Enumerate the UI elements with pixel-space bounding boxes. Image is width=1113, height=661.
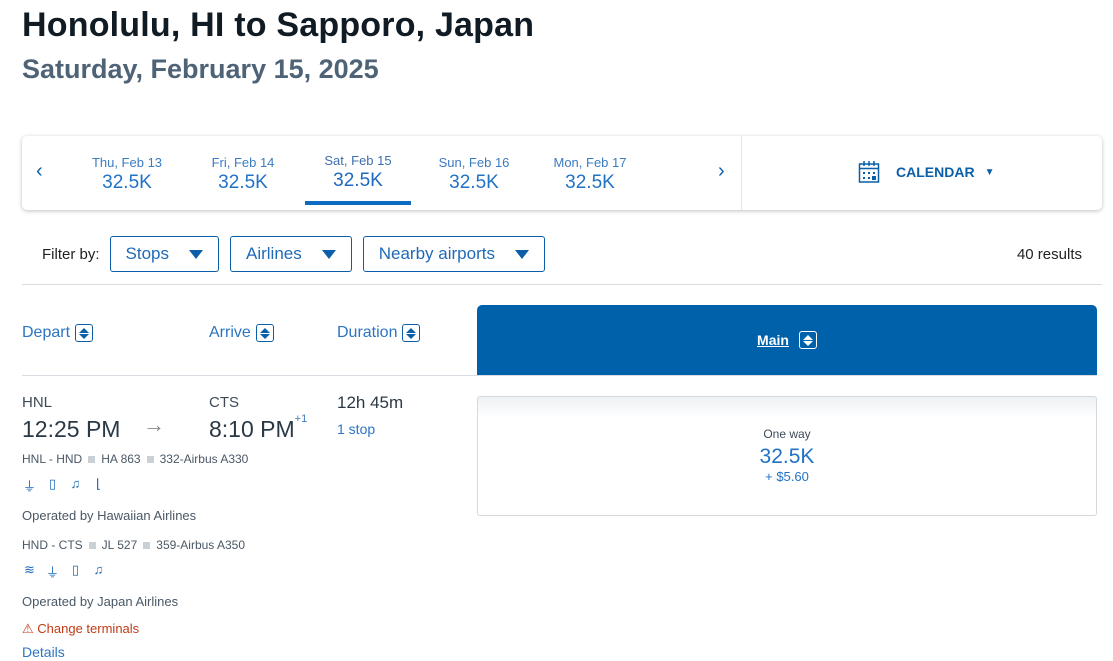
sort-icon — [75, 324, 93, 342]
sort-by-depart[interactable]: Depart — [22, 324, 93, 342]
segment-flight-number: JL 527 — [102, 538, 138, 552]
segment-1-operator: Operated by Hawaiian Airlines — [22, 508, 196, 523]
stops-filter-label: Stops — [126, 244, 169, 264]
usb-icon: ▯ — [45, 476, 60, 495]
travel-date: Saturday, February 15, 2025 — [22, 54, 379, 85]
caret-down-icon — [322, 250, 336, 259]
segment-flight-number: HA 863 — [101, 452, 140, 466]
date-price: 32.5K — [305, 170, 411, 192]
results-count: 40 results — [1017, 246, 1082, 263]
entertainment-icon: ♫ — [91, 562, 106, 581]
date-label: Thu, Feb 13 — [74, 155, 180, 170]
warning-text: Change terminals — [37, 621, 139, 636]
date-price: 32.5K — [190, 172, 296, 194]
divider — [22, 284, 1102, 285]
previous-dates-chevron-icon[interactable]: ‹ — [36, 160, 43, 183]
sort-icon[interactable] — [799, 331, 817, 349]
sort-by-duration[interactable]: Duration — [337, 324, 420, 342]
entertainment-icon: ♫ — [68, 476, 83, 495]
fare-type: One way — [478, 427, 1096, 441]
airlines-filter-dropdown[interactable]: Airlines — [230, 236, 352, 272]
next-dates-chevron-icon[interactable]: › — [718, 160, 725, 183]
date-option-feb-16[interactable]: Sun, Feb 16 32.5K — [421, 136, 527, 210]
filter-bar: Filter by: Stops Airlines Nearby airport… — [42, 236, 556, 272]
calendar-label: CALENDAR — [896, 164, 975, 180]
segment-route: HND - CTS — [22, 538, 83, 552]
date-label: Sun, Feb 16 — [421, 155, 527, 170]
caret-down-icon — [189, 250, 203, 259]
date-price: 32.5K — [537, 172, 643, 194]
arrive-column-label: Arrive — [209, 324, 251, 342]
caret-down-icon — [515, 250, 529, 259]
date-selector: ‹ Thu, Feb 13 32.5K Fri, Feb 14 32.5K Sa… — [22, 136, 1102, 210]
usb-icon: ▯ — [68, 562, 83, 581]
sort-icon — [402, 324, 420, 342]
destination-airport: CTS — [209, 394, 239, 411]
fare-miles: 32.5K — [478, 445, 1096, 469]
calendar-icon — [858, 160, 880, 184]
arrive-time: 8:10 PM+1 — [209, 416, 307, 443]
sort-by-arrive[interactable]: Arrive — [209, 324, 274, 342]
segment-1-info: HNL - HND HA 863 332-Airbus A330 — [22, 452, 248, 466]
arrow-right-icon: → — [143, 412, 165, 438]
stops-filter-dropdown[interactable]: Stops — [110, 236, 219, 272]
fare-taxes: + $5.60 — [478, 469, 1096, 484]
page-title: Honolulu, HI to Sapporo, Japan — [22, 6, 534, 45]
origin-airport: HNL — [22, 394, 52, 411]
segment-route: HNL - HND — [22, 452, 82, 466]
sort-icon — [256, 324, 274, 342]
change-terminals-warning[interactable]: ⚠ Change terminals — [22, 621, 139, 637]
date-option-feb-15-selected[interactable]: Sat, Feb 15 32.5K — [305, 136, 411, 210]
date-label: Mon, Feb 17 — [537, 155, 643, 170]
arrive-time-value: 8:10 PM — [209, 416, 295, 442]
nearby-airports-filter-label: Nearby airports — [379, 244, 495, 264]
segment-aircraft: 332-Airbus A330 — [160, 452, 249, 466]
details-link[interactable]: Details — [22, 644, 65, 660]
date-price: 32.5K — [421, 172, 527, 194]
caret-down-icon: ▼ — [985, 167, 995, 178]
segment-2-info: HND - CTS JL 527 359-Airbus A350 — [22, 538, 245, 552]
flight-duration: 12h 45m — [337, 393, 403, 413]
stops-link[interactable]: 1 stop — [337, 421, 375, 437]
segment-1-amenities: ⏚ ▯ ♫ ⌊ — [22, 476, 106, 495]
depart-column-label: Depart — [22, 324, 70, 342]
divider — [741, 136, 742, 210]
nearby-airports-filter-dropdown[interactable]: Nearby airports — [363, 236, 545, 272]
segment-2-operator: Operated by Japan Airlines — [22, 594, 178, 609]
date-option-feb-14[interactable]: Fri, Feb 14 32.5K — [190, 136, 296, 210]
date-label: Sat, Feb 15 — [305, 153, 411, 168]
sort-by-main[interactable]: Main — [757, 332, 789, 348]
date-price: 32.5K — [74, 172, 180, 194]
date-option-feb-17[interactable]: Mon, Feb 17 32.5K — [537, 136, 643, 210]
warning-icon: ⚠ — [22, 621, 34, 636]
power-icon: ⏚ — [22, 476, 37, 495]
divider — [22, 375, 1097, 376]
filter-label: Filter by: — [42, 246, 100, 263]
main-cabin-column-header: Main — [477, 305, 1097, 375]
segment-2-amenities: ≋ ⏚ ▯ ♫ — [22, 562, 106, 581]
power-icon: ⏚ — [45, 562, 60, 581]
calendar-button[interactable]: CALENDAR ▼ — [858, 160, 994, 184]
lie-flat-seat-icon: ⌊ — [91, 476, 106, 495]
duration-column-label: Duration — [337, 324, 397, 342]
main-fare-button[interactable]: One way 32.5K + $5.60 — [477, 396, 1097, 516]
airlines-filter-label: Airlines — [246, 244, 302, 264]
depart-time: 12:25 PM — [22, 416, 120, 443]
day-offset: +1 — [295, 413, 308, 425]
wifi-icon: ≋ — [22, 562, 37, 581]
segment-aircraft: 359-Airbus A350 — [156, 538, 245, 552]
date-option-feb-13[interactable]: Thu, Feb 13 32.5K — [74, 136, 180, 210]
date-label: Fri, Feb 14 — [190, 155, 296, 170]
